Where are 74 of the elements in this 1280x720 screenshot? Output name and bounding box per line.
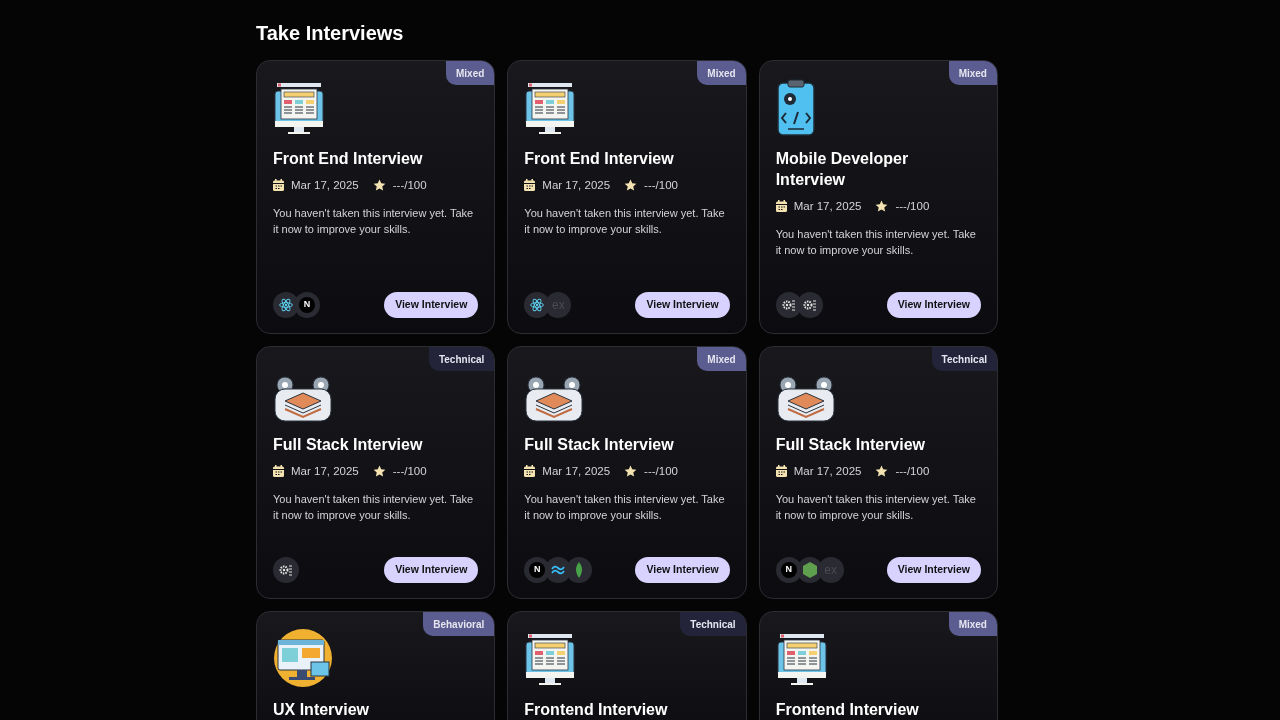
calendar-icon [273,179,284,191]
card-title: UX Interview [273,700,371,720]
monitor-icon [273,81,325,137]
monitor-icon [524,81,577,137]
interview-date: Mar 17, 2025 [291,178,359,193]
star-icon [875,464,889,478]
star-icon [624,464,638,478]
score-text: ---/100 [895,199,930,214]
card-title: Front End Interview [273,149,424,169]
type-badge: Mixed [697,61,746,85]
phone-code-icon [775,79,816,137]
next-logo: N [529,562,546,578]
next-logo: N [299,297,315,313]
star-icon [372,178,386,192]
interview-date: Mar 17, 2025 [291,464,359,479]
star-icon [624,178,638,192]
card-description: You haven't taken this interview yet. Take it now to improve your skills. [524,492,726,523]
next-logo: N [780,562,797,578]
score-text: ---/100 [644,178,678,193]
card-description: You haven't taken this interview yet. Take it now to improve your skills. [524,206,726,237]
wave-icon [551,565,566,575]
calendar-icon [273,465,284,477]
view-interview-button[interactable]: View Interview [886,557,981,583]
atom-icon [279,298,293,312]
atom-icon [530,298,545,312]
gears-icon [802,298,817,312]
type-badge: Technical [680,612,746,636]
card-title: Frontend Interview [524,700,669,720]
type-badge: Mixed [697,347,746,371]
card-description: You haven't taken this interview yet. Take it now to improve your skills. [273,492,475,523]
view-interview-button[interactable]: View Interview [384,292,479,318]
card-title: Full Stack Interview [273,435,424,455]
view-interview-button[interactable]: View Interview [384,557,479,583]
section-heading: Take Interviews [256,21,404,46]
interview-date: Mar 17, 2025 [793,199,862,214]
type-badge: Technical [931,347,997,371]
card-title: Mobile Developer Interview [775,149,910,190]
calendar-icon [775,465,787,477]
star-icon [875,199,889,213]
score-text: ---/100 [392,464,427,479]
view-interview-button[interactable]: View Interview [635,292,730,318]
type-badge: Mixed [446,61,495,85]
card-description: You haven't taken this interview yet. Take it now to improve your skills. [273,206,475,237]
card-description: You haven't taken this interview yet. Take it now to improve your skills. [775,492,977,523]
card-description: You haven't taken this interview yet. Take it now to improve your skills. [775,227,977,258]
card-title: Frontend Interview [775,700,920,720]
view-interview-button[interactable]: View Interview [635,557,730,583]
layers-gears-icon [273,375,333,423]
monitor-icon [775,632,828,688]
type-badge: Behavioral [423,612,495,636]
score-text: ---/100 [392,178,427,193]
card-title: Front End Interview [524,149,675,169]
leaf-icon [575,562,584,578]
monitor-design-icon [273,628,333,688]
calendar-icon [775,200,787,212]
star-icon [372,464,386,478]
view-interview-button[interactable]: View Interview [886,292,981,318]
monitor-icon [524,632,577,688]
calendar-icon [524,179,536,191]
calendar-icon [524,465,536,477]
type-badge: Technical [428,347,495,371]
card-title: Full Stack Interview [775,435,927,455]
interview-date: Mar 17, 2025 [542,464,611,479]
card-title: Full Stack Interview [524,435,675,455]
type-badge: Mixed [948,612,997,636]
gears-icon [279,563,293,577]
layers-gears-icon [775,375,836,423]
gears-icon [781,298,796,312]
layers-gears-icon [524,375,585,423]
interview-date: Mar 17, 2025 [793,464,862,479]
interview-date: Mar 17, 2025 [542,178,611,193]
score-text: ---/100 [895,464,930,479]
score-text: ---/100 [644,464,678,479]
type-badge: Mixed [948,61,997,85]
